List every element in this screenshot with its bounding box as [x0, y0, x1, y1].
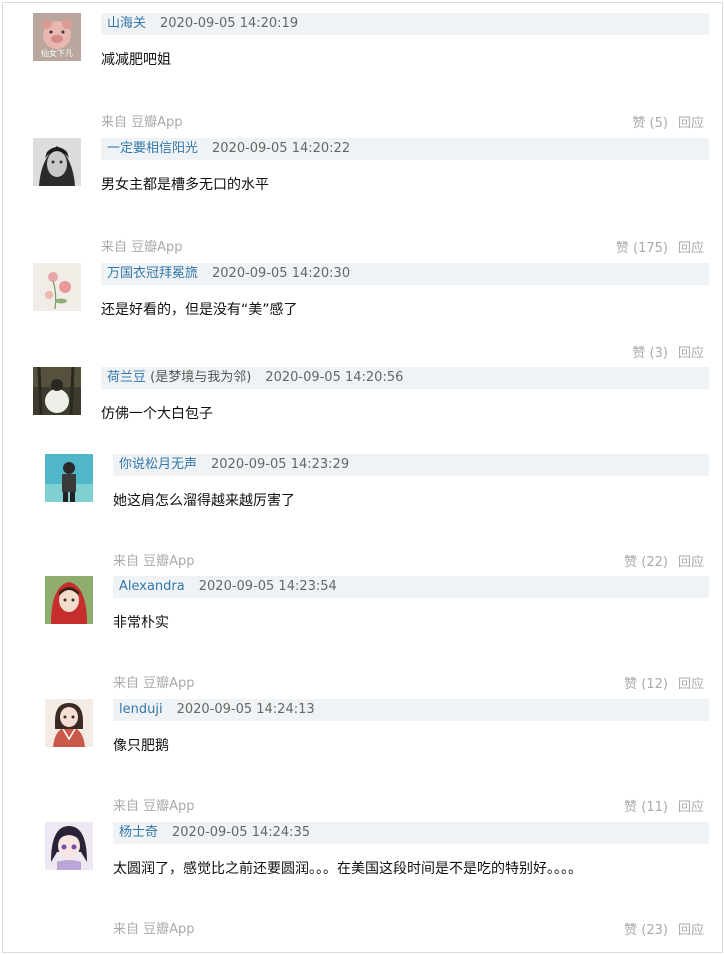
avatar-woods-icon[interactable] — [33, 367, 81, 415]
like-button[interactable]: 赞 (3) — [632, 346, 668, 361]
comment-text: 减减肥吧姐 — [101, 52, 171, 68]
reply-button[interactable]: 回应 — [678, 346, 704, 361]
comment-item: 万国衣冠拜冕旒 2020-09-05 14:20:30 还是好看的，但是没有“美”… — [3, 263, 720, 363]
username-link[interactable]: 山海关 — [101, 16, 146, 31]
reply-item: 你说松月无声 2020-09-05 14:23:29 她这肩怎么溜得越来越厉害了 … — [3, 454, 720, 574]
comment-list: 仙女下凡 山海关 2020-09-05 14:20:19 减减肥吧姐 来自 豆瓣A… — [2, 2, 723, 953]
comment-header: 杨士奇 2020-09-05 14:24:35 — [113, 822, 709, 844]
avatar-kimono-icon[interactable] — [45, 699, 93, 747]
username-link[interactable]: 荷兰豆 — [101, 370, 146, 385]
like-button[interactable]: 赞 (5) — [632, 116, 668, 131]
comment-actions: 赞 (5) 回应 — [632, 112, 704, 131]
comment-header: 荷兰豆 (是梦境与我为邻) 2020-09-05 14:20:56 — [101, 367, 709, 389]
comment-time: 2020-09-05 14:24:35 — [172, 825, 311, 840]
username-subtitle: (是梦境与我为邻) — [146, 370, 252, 385]
comment-item: 荷兰豆 (是梦境与我为邻) 2020-09-05 14:20:56 仿佛一个大白包… — [3, 367, 720, 447]
comment-header: 山海关 2020-09-05 14:20:19 — [101, 13, 709, 35]
reply-button[interactable]: 回应 — [678, 800, 704, 815]
comment-source: 来自 豆瓣App — [113, 676, 195, 691]
avatar-figure-icon[interactable] — [45, 454, 93, 502]
reply-item: lenduji 2020-09-05 14:24:13 像只肥鹅 来自 豆瓣App… — [3, 699, 720, 819]
comment-source: 来自 豆瓣App — [113, 554, 195, 569]
avatar-pig-icon[interactable]: 仙女下凡 — [33, 13, 81, 61]
comment-actions: 赞 (3) 回应 — [632, 342, 704, 361]
comment-time: 2020-09-05 14:20:19 — [160, 16, 299, 31]
avatar-flowers-icon[interactable] — [33, 263, 81, 311]
comment-header: Alexandra 2020-09-05 14:23:54 — [113, 576, 709, 598]
comment-time: 2020-09-05 14:20:22 — [212, 141, 351, 156]
comment-text: 非常朴实 — [113, 615, 169, 631]
username-link[interactable]: 一定要相信阳光 — [101, 141, 198, 156]
comment-source: 来自 豆瓣App — [101, 240, 183, 255]
comment-text: 像只肥鹅 — [113, 738, 169, 754]
comment-text: 仿佛一个大白包子 — [101, 406, 213, 422]
comment-header: 你说松月无声 2020-09-05 14:23:29 — [113, 454, 709, 476]
avatar-red-hood-icon[interactable] — [45, 576, 93, 624]
comment-actions: 赞 (175) 回应 — [616, 237, 704, 256]
comment-actions: 赞 (22) 回应 — [624, 551, 704, 570]
comment-source: 来自 豆瓣App — [101, 115, 183, 130]
comment-time: 2020-09-05 14:23:29 — [211, 457, 350, 472]
comment-time: 2020-09-05 14:23:54 — [198, 579, 337, 594]
username-link[interactable]: lenduji — [113, 702, 163, 717]
comment-actions: 赞 (11) 回应 — [624, 796, 704, 815]
comment-header: 一定要相信阳光 2020-09-05 14:20:22 — [101, 138, 709, 160]
like-button[interactable]: 赞 (12) — [624, 677, 668, 692]
reply-button[interactable]: 回应 — [678, 241, 704, 256]
reply-item: 杨士奇 2020-09-05 14:24:35 太圆润了，感觉比之前还要圆润。。。… — [3, 822, 720, 942]
reply-button[interactable]: 回应 — [678, 116, 704, 131]
comment-text: 她这肩怎么溜得越来越厉害了 — [113, 493, 295, 509]
reply-item: Alexandra 2020-09-05 14:23:54 非常朴实 来自 豆瓣A… — [3, 576, 720, 696]
comment-header: 万国衣冠拜冕旒 2020-09-05 14:20:30 — [101, 263, 709, 285]
avatar-boy-icon[interactable] — [33, 138, 81, 186]
username-link[interactable]: 你说松月无声 — [113, 457, 197, 472]
username-link[interactable]: 万国衣冠拜冕旒 — [101, 266, 198, 281]
avatar-caption: 仙女下凡 — [41, 49, 73, 58]
comment-text: 还是好看的，但是没有“美”感了 — [101, 302, 298, 318]
comment-time: 2020-09-05 14:20:56 — [265, 370, 404, 385]
comment-item: 一定要相信阳光 2020-09-05 14:20:22 男女主都是槽多无口的水平 … — [3, 138, 720, 258]
like-button[interactable]: 赞 (11) — [624, 800, 668, 815]
comment-actions: 赞 (23) 回应 — [624, 919, 704, 938]
reply-button[interactable]: 回应 — [678, 555, 704, 570]
comment-header: lenduji 2020-09-05 14:24:13 — [113, 699, 709, 721]
reply-button[interactable]: 回应 — [678, 677, 704, 692]
comment-time: 2020-09-05 14:24:13 — [176, 702, 315, 717]
reply-button[interactable]: 回应 — [678, 923, 704, 938]
like-button[interactable]: 赞 (23) — [624, 923, 668, 938]
comment-text: 太圆润了，感觉比之前还要圆润。。。在美国这段时间是不是吃的特别好。。。。 — [113, 861, 582, 877]
comment-item: 仙女下凡 山海关 2020-09-05 14:20:19 减减肥吧姐 来自 豆瓣A… — [3, 13, 720, 133]
like-button[interactable]: 赞 (22) — [624, 555, 668, 570]
username-link[interactable]: Alexandra — [113, 579, 185, 594]
comment-text: 男女主都是槽多无口的水平 — [101, 177, 269, 193]
comment-time: 2020-09-05 14:20:30 — [212, 266, 351, 281]
comment-actions: 赞 (12) 回应 — [624, 673, 704, 692]
comment-source: 来自 豆瓣App — [113, 799, 195, 814]
comment-source: 来自 豆瓣App — [113, 922, 195, 937]
username-link[interactable]: 杨士奇 — [113, 825, 158, 840]
like-button[interactable]: 赞 (175) — [616, 241, 668, 256]
avatar-anime-icon[interactable] — [45, 822, 93, 870]
